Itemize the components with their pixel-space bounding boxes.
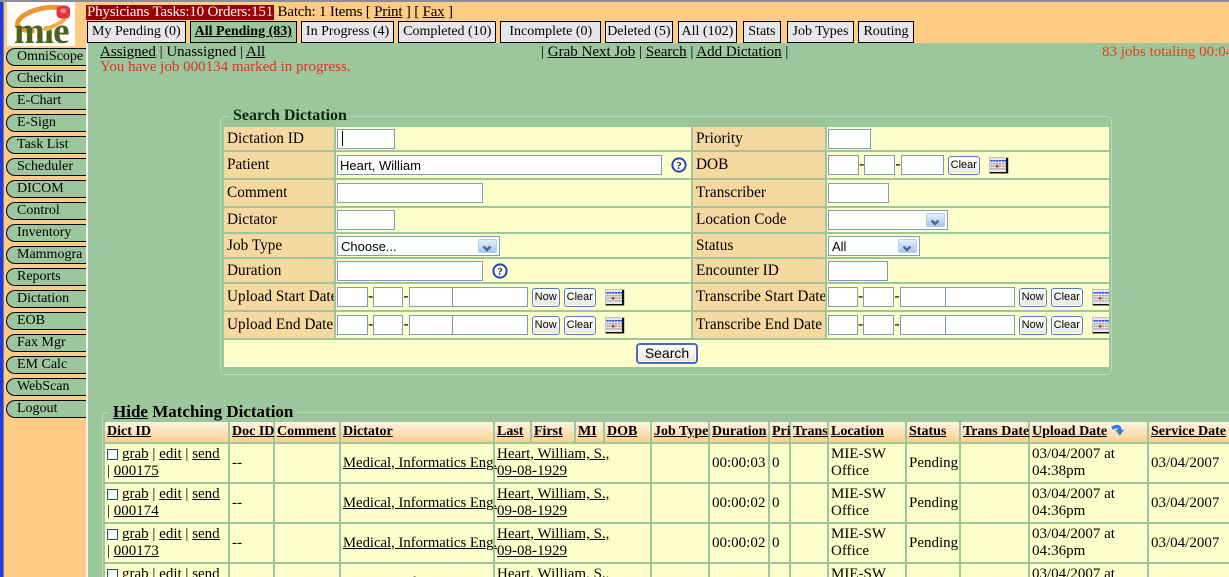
svg-text:?: ? <box>497 266 503 278</box>
svg-text:?: ? <box>676 160 682 172</box>
